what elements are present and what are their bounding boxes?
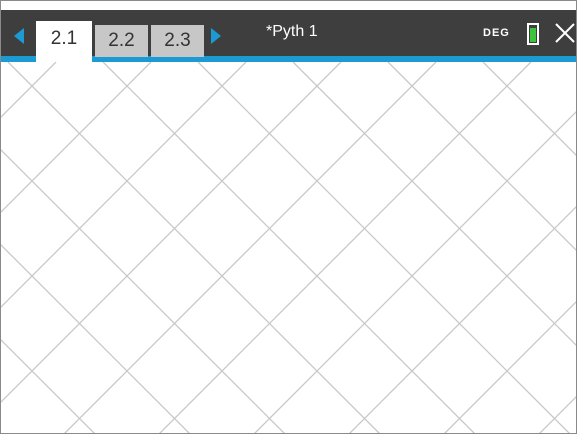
angle-mode-indicator: DEG bbox=[483, 27, 510, 39]
app-window: 2.1 2.2 2.3 *Pyth 1 DEG bbox=[0, 0, 577, 434]
tab-2-1[interactable]: 2.1 bbox=[36, 21, 92, 62]
grid-line bbox=[482, 62, 576, 156]
grid-line bbox=[444, 301, 576, 433]
document-title: *Pyth 1 bbox=[266, 23, 318, 40]
grid-line bbox=[1, 62, 152, 213]
next-page-icon[interactable] bbox=[211, 28, 221, 44]
grid-line bbox=[7, 62, 380, 433]
grid-line bbox=[1, 62, 247, 308]
grid-line bbox=[254, 111, 576, 433]
grid-line bbox=[1, 339, 95, 433]
battery-level-fill bbox=[530, 27, 536, 42]
graph-canvas[interactable] bbox=[1, 62, 577, 434]
tab-2-2[interactable]: 2.2 bbox=[95, 25, 148, 57]
grid-line bbox=[102, 62, 475, 433]
grid-line bbox=[64, 62, 437, 433]
grid-line bbox=[1, 149, 285, 433]
grid-line bbox=[387, 62, 576, 251]
grid-line bbox=[1, 62, 342, 403]
prev-page-icon[interactable] bbox=[14, 28, 24, 44]
grid-line bbox=[159, 62, 532, 433]
grid-line bbox=[349, 206, 576, 433]
close-icon[interactable] bbox=[552, 20, 577, 46]
grid-line bbox=[197, 62, 570, 433]
tab-2-3[interactable]: 2.3 bbox=[151, 25, 204, 57]
grid-line bbox=[1, 62, 57, 118]
grid-line bbox=[539, 396, 576, 433]
battery-icon bbox=[527, 23, 539, 45]
